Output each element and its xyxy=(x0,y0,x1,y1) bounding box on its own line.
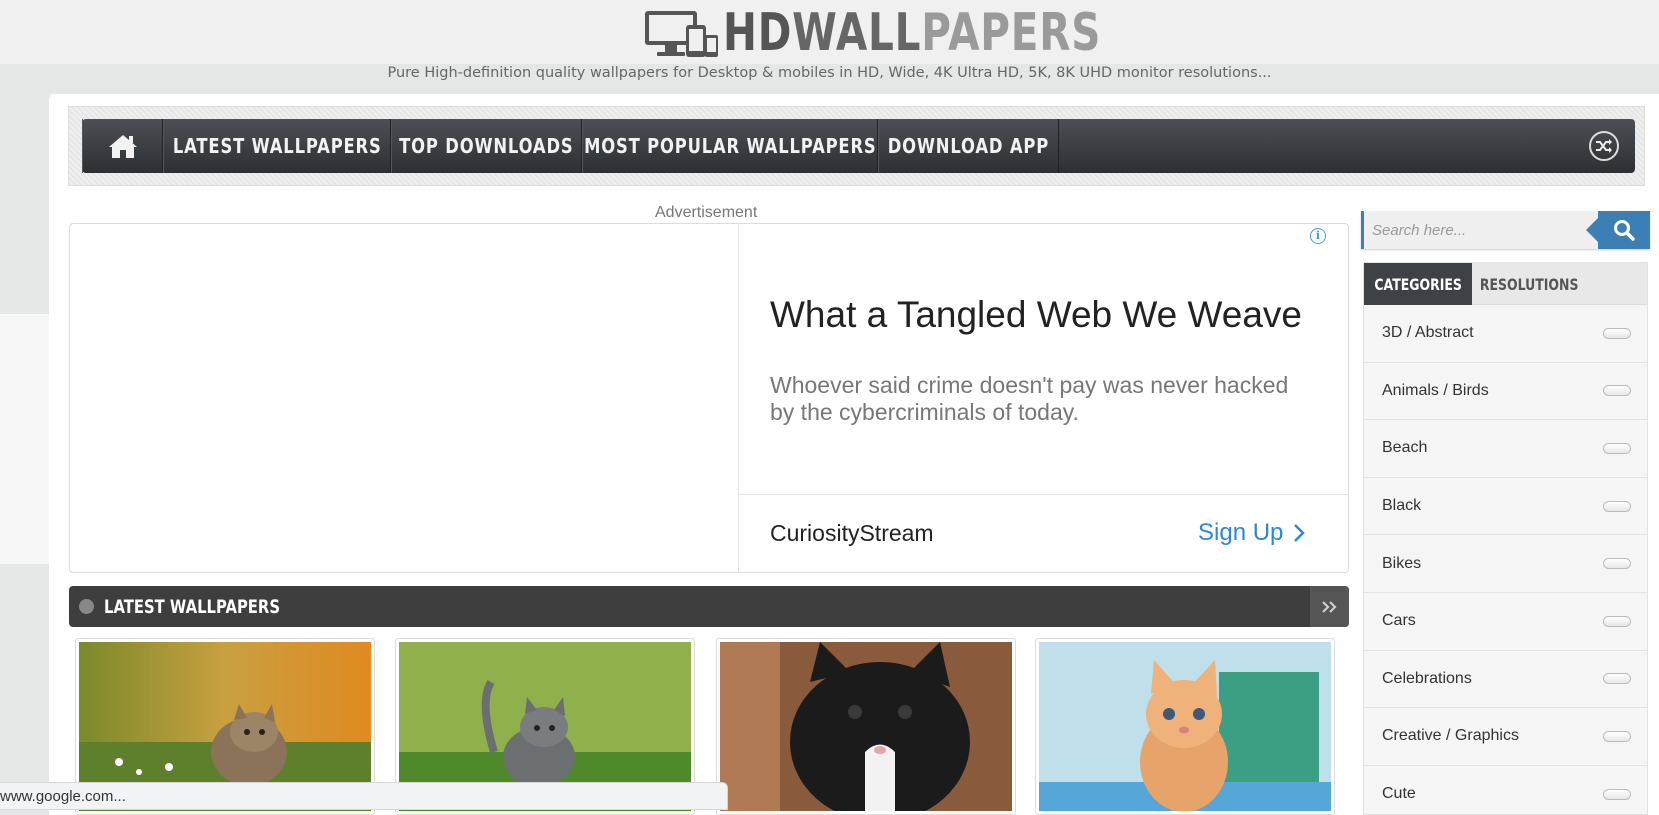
category-label: Cars xyxy=(1382,612,1416,630)
category-label: Animals / Birds xyxy=(1382,381,1489,399)
ad-brand[interactable]: CuriosityStream xyxy=(770,520,934,547)
section-title: LATEST WALLPAPERS xyxy=(104,596,281,618)
count-badge xyxy=(1603,673,1631,685)
home-icon xyxy=(108,135,137,158)
category-item[interactable]: 3D / Abstract xyxy=(1364,305,1647,363)
nav-most-popular[interactable]: MOST POPULAR WALLPAPERS xyxy=(582,119,878,173)
tab-resolutions[interactable]: RESOLUTIONS xyxy=(1472,263,1587,305)
ad-cta-label: Sign Up xyxy=(1198,519,1284,546)
category-label: Celebrations xyxy=(1382,669,1472,687)
logo-papers: PAPERS xyxy=(921,3,1102,63)
count-badge xyxy=(1603,385,1631,397)
count-badge xyxy=(1603,327,1631,339)
count-badge xyxy=(1603,558,1631,570)
logo-text: HDWALLPAPERS xyxy=(723,7,1101,59)
nav-home[interactable] xyxy=(82,119,163,173)
latest-wallpapers-header: LATEST WALLPAPERS xyxy=(69,586,1349,627)
category-label: Black xyxy=(1382,497,1422,515)
category-label: Beach xyxy=(1382,439,1428,457)
category-item[interactable]: Creative / Graphics xyxy=(1364,708,1647,766)
more-button[interactable] xyxy=(1310,586,1349,627)
nav-label: DOWNLOAD APP xyxy=(887,134,1050,158)
ad-description: Whoever said crime doesn't pay was never… xyxy=(770,372,1289,425)
category-item[interactable]: Bikes xyxy=(1364,535,1647,593)
kitten-image xyxy=(720,642,1012,811)
nav-latest-wallpapers[interactable]: LATEST WALLPAPERS xyxy=(163,119,391,173)
tab-label: RESOLUTIONS xyxy=(1480,274,1579,294)
category-label: Bikes xyxy=(1382,554,1422,572)
search-button[interactable] xyxy=(1586,211,1650,249)
category-label: Creative / Graphics xyxy=(1382,727,1519,745)
ad-sign-up-button[interactable]: Sign Up xyxy=(1198,519,1306,547)
kitten-image xyxy=(1039,642,1331,811)
category-item[interactable]: Cars xyxy=(1364,593,1647,651)
count-badge xyxy=(1603,730,1631,742)
search-box xyxy=(1361,211,1650,249)
page-background-left xyxy=(0,314,50,564)
nav-label: LATEST WALLPAPERS xyxy=(172,134,382,158)
count-badge xyxy=(1603,788,1631,800)
advertisement-box[interactable]: i What a Tangled Web We Weave Whoever sa… xyxy=(69,223,1349,573)
bullet-icon xyxy=(79,599,94,614)
category-item[interactable]: Black xyxy=(1364,478,1647,536)
nav-label: MOST POPULAR WALLPAPERS xyxy=(583,134,877,158)
category-item[interactable]: Celebrations xyxy=(1364,651,1647,709)
category-item[interactable]: Cute xyxy=(1364,766,1647,815)
nav-label: TOP DOWNLOADS xyxy=(399,134,574,158)
tab-categories[interactable]: CATEGORIES xyxy=(1364,263,1472,305)
count-badge xyxy=(1603,500,1631,512)
page-background-left xyxy=(0,94,50,314)
count-badge xyxy=(1603,442,1631,454)
nav-download-app[interactable]: DOWNLOAD APP xyxy=(878,119,1059,173)
ad-divider xyxy=(738,224,739,572)
shuffle-button[interactable] xyxy=(1589,131,1619,161)
double-chevron-right-icon xyxy=(1321,600,1337,613)
category-label: Cute xyxy=(1382,785,1416,803)
ad-title[interactable]: What a Tangled Web We Weave xyxy=(770,294,1302,336)
main-nav: LATEST WALLPAPERS TOP DOWNLOADS MOST POP… xyxy=(82,119,1635,173)
devices-icon xyxy=(643,7,723,59)
info-icon[interactable]: i xyxy=(1310,228,1326,244)
wallpaper-thumbnail[interactable] xyxy=(716,638,1016,815)
chevron-right-icon xyxy=(1294,524,1306,542)
logo-wall: WALL xyxy=(792,3,922,63)
advertisement-label: Advertisement xyxy=(655,204,758,221)
page-background-left xyxy=(0,564,50,815)
nav-top-downloads[interactable]: TOP DOWNLOADS xyxy=(391,119,582,173)
browser-status-bar: www.google.com... xyxy=(0,782,728,810)
category-item[interactable]: Animals / Birds xyxy=(1364,363,1647,421)
logo-hd: HD xyxy=(723,3,793,63)
category-label: 3D / Abstract xyxy=(1382,324,1474,342)
search-input[interactable] xyxy=(1372,211,1592,249)
category-item[interactable]: Beach xyxy=(1364,420,1647,478)
tab-label: CATEGORIES xyxy=(1374,274,1462,294)
sidebar-panel: CATEGORIES RESOLUTIONS 3D / Abstract Ani… xyxy=(1363,262,1648,815)
sidebar-tabs: CATEGORIES RESOLUTIONS xyxy=(1364,263,1647,305)
shuffle-icon xyxy=(1596,139,1612,153)
wallpaper-thumbnail[interactable] xyxy=(1035,638,1335,815)
ad-divider xyxy=(739,494,1348,495)
search-icon xyxy=(1614,220,1635,241)
site-logo[interactable]: HDWALLPAPERS xyxy=(643,6,1208,60)
site-tagline: Pure High-definition quality wallpapers … xyxy=(387,65,1272,81)
count-badge xyxy=(1603,615,1631,627)
